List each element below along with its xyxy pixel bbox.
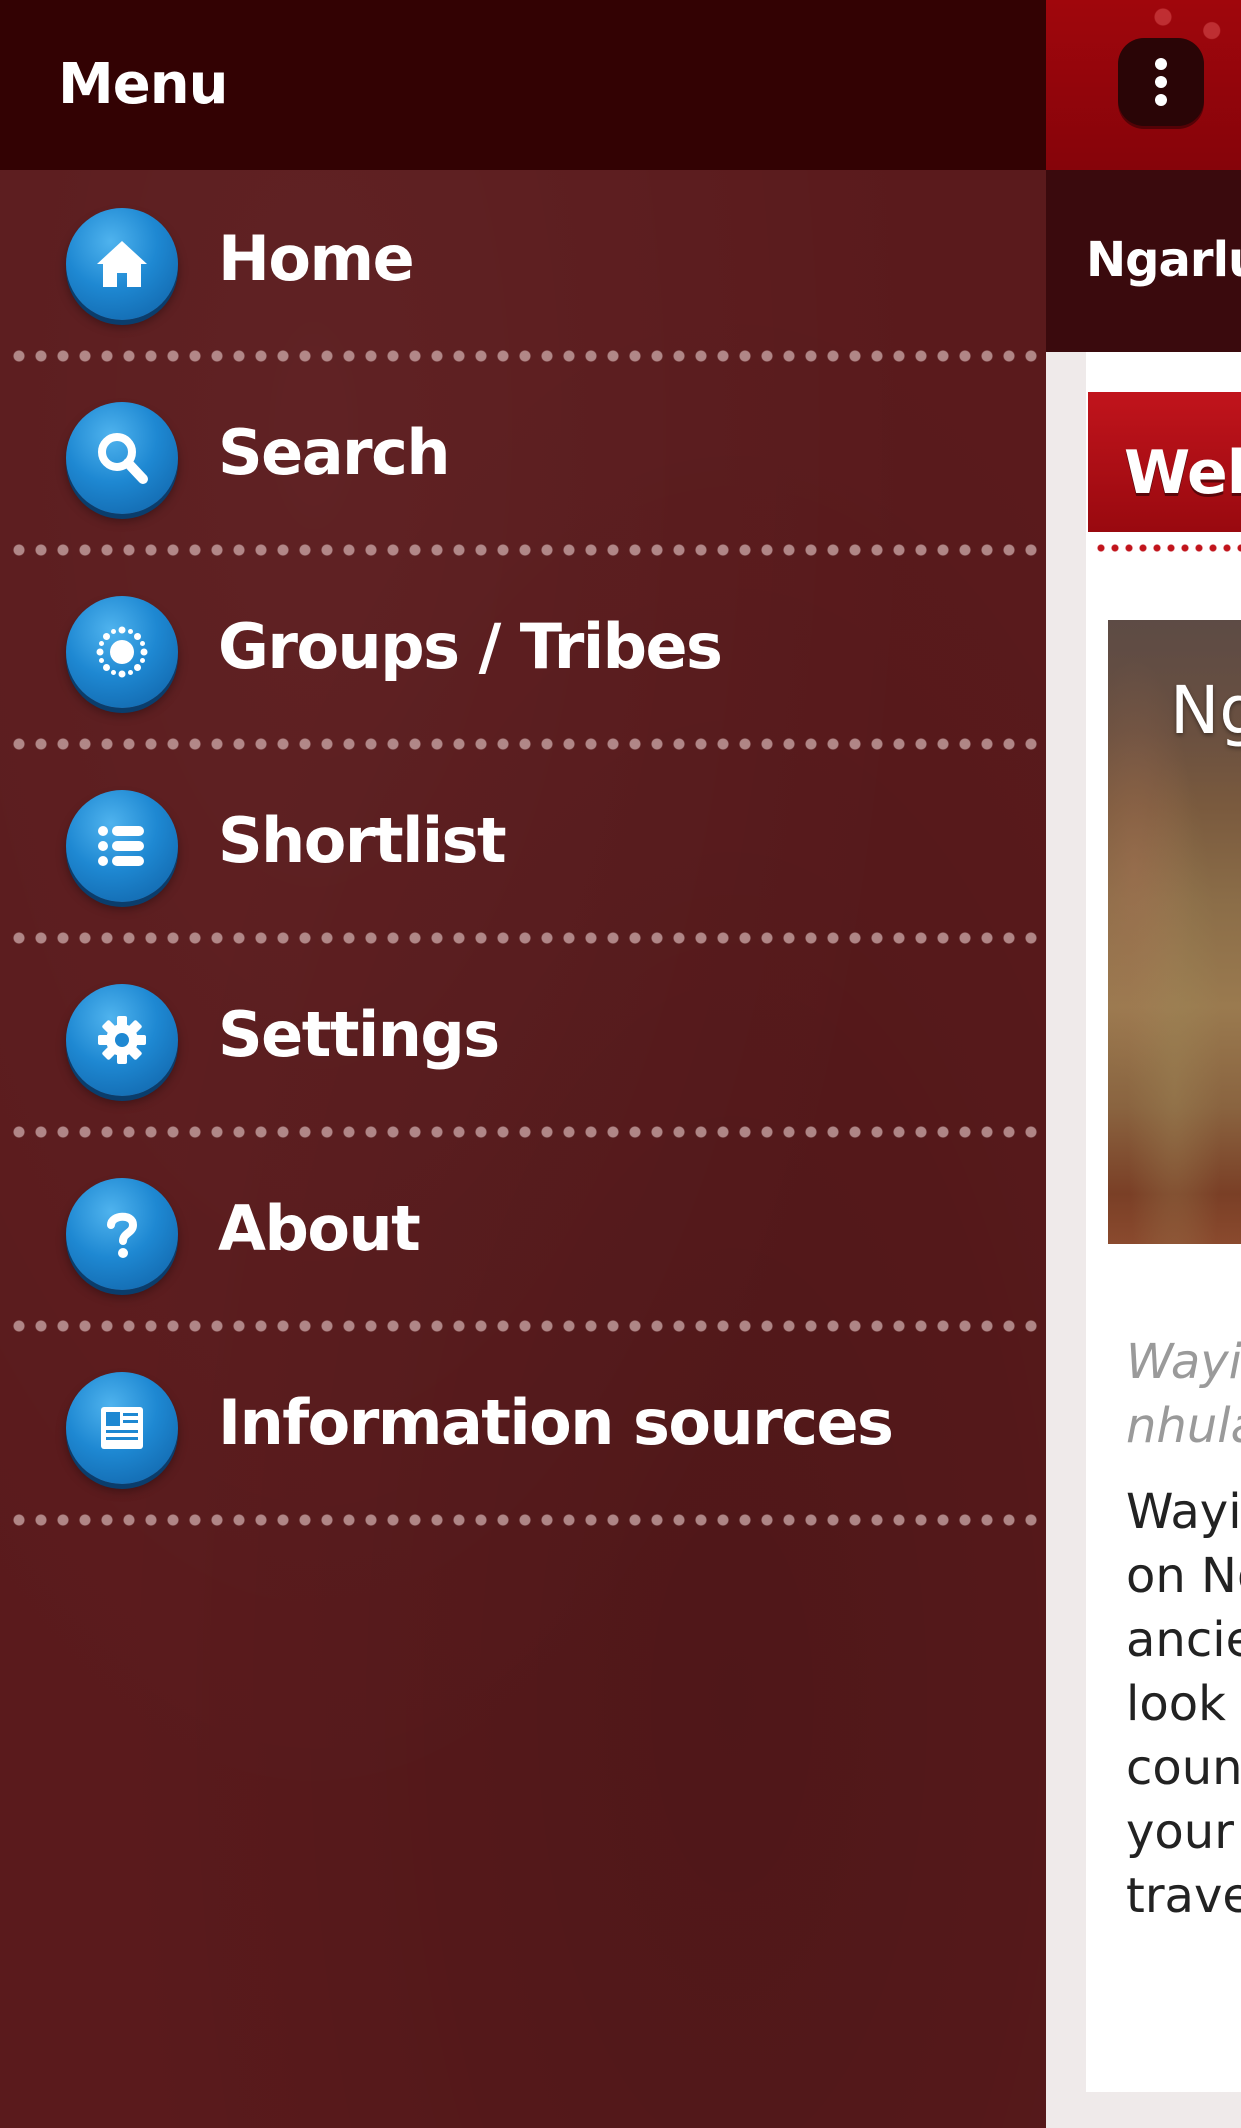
question-icon [66, 1178, 178, 1290]
intro-body-line: Wayil [1126, 1484, 1241, 1540]
menu-item-about[interactable]: About [0, 1140, 1046, 1334]
dotted-divider [8, 348, 1046, 364]
search-icon [66, 402, 178, 514]
intro-body-line: ancie [1126, 1612, 1241, 1668]
dotted-divider [8, 1318, 1046, 1334]
app-subtitle: Ngarlun [1086, 232, 1241, 288]
home-icon [66, 208, 178, 320]
menu-item-information-sources[interactable]: Information sources [0, 1334, 1046, 1528]
dotted-divider [8, 930, 1046, 946]
gear-icon [66, 984, 178, 1096]
intro-body-line: count [1126, 1740, 1241, 1796]
dotted-divider [8, 736, 1046, 752]
menu-item-search[interactable]: Search [0, 364, 1046, 558]
menu-item-label: Home [218, 222, 415, 295]
dotted-divider [8, 542, 1046, 558]
intro-italic-line: nhula [1126, 1398, 1241, 1454]
groups-icon [66, 596, 178, 708]
welcome-dots-divider [1094, 542, 1241, 554]
more-vertical-icon [1155, 58, 1167, 106]
intro-body-line: on Ng [1126, 1548, 1241, 1604]
list-icon [66, 790, 178, 902]
menu-list: Home Search Groups / Tribes Shortlist Se… [0, 170, 1046, 1528]
drawer-header: Menu [0, 0, 1046, 170]
menu-item-home[interactable]: Home [0, 170, 1046, 364]
document-icon [66, 1372, 178, 1484]
app-viewport: Ngarlun Welc Ng Wayil nhula Wayil on Ng … [1046, 0, 1241, 2128]
welcome-heading: Welc [1124, 438, 1241, 508]
intro-body-line: your [1126, 1804, 1234, 1860]
intro-body-line: trave [1126, 1868, 1241, 1924]
menu-item-label: Settings [218, 998, 500, 1071]
intro-body-line: look a [1126, 1676, 1241, 1732]
menu-item-label: About [218, 1192, 421, 1265]
overflow-menu-button[interactable] [1118, 38, 1204, 126]
drawer-title: Menu [58, 52, 228, 117]
dotted-divider [8, 1512, 1046, 1528]
menu-item-label: Search [218, 416, 451, 489]
dotted-divider [8, 1124, 1046, 1140]
hero-title: Ng [1170, 672, 1241, 749]
navigation-drawer: Menu Home Search Groups / Tribes Shortli… [0, 0, 1046, 2128]
menu-item-label: Information sources [218, 1386, 894, 1459]
menu-item-groups-tribes[interactable]: Groups / Tribes [0, 558, 1046, 752]
intro-italic-line: Wayil [1126, 1334, 1241, 1390]
menu-item-settings[interactable]: Settings [0, 946, 1046, 1140]
menu-item-label: Groups / Tribes [218, 610, 723, 683]
menu-item-shortlist[interactable]: Shortlist [0, 752, 1046, 946]
app-toolbar-bg [1046, 0, 1241, 170]
intro-italic: Wayil nhula [1126, 1330, 1241, 1458]
menu-item-label: Shortlist [218, 804, 507, 877]
intro-body: Wayil on Ng ancie look a count your trav… [1126, 1480, 1241, 1928]
